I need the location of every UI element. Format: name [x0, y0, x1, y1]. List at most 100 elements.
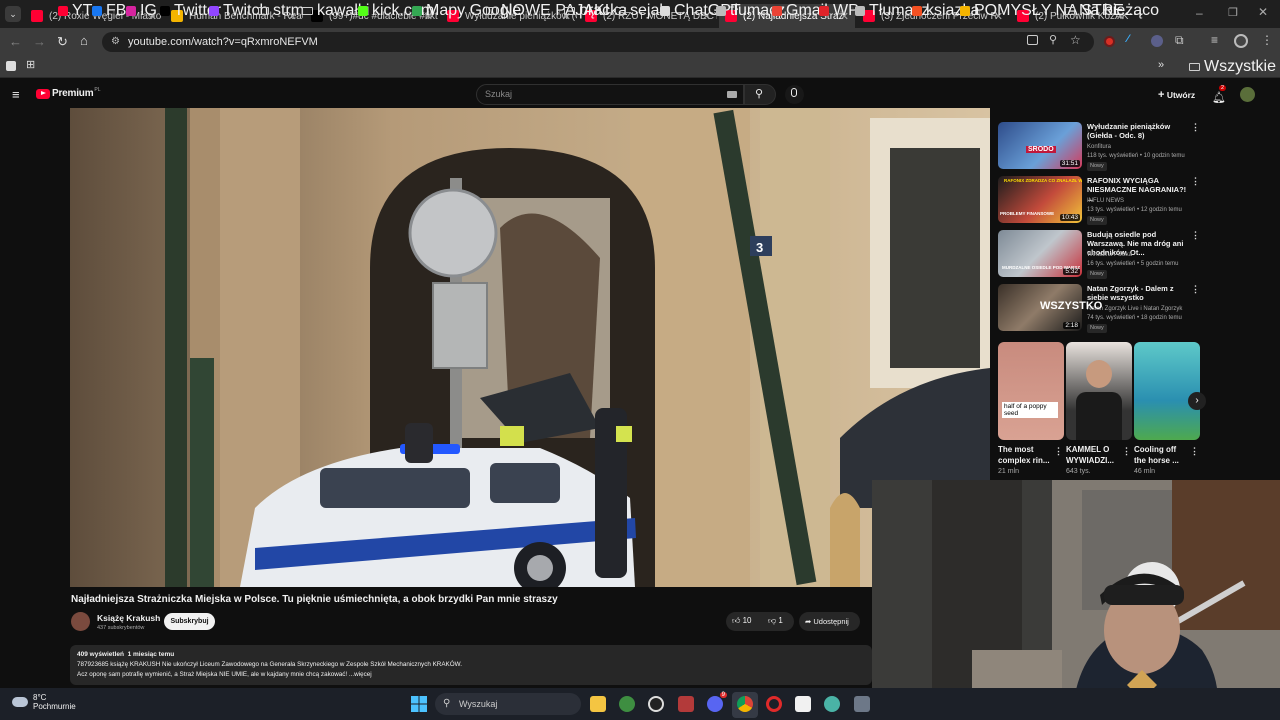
opera-icon[interactable] — [766, 696, 782, 712]
youtube-play-icon — [36, 88, 50, 99]
address-bar[interactable]: ⚙ youtube.com/watch?v=qRxmroNEFVM — [102, 32, 1094, 52]
home-icon[interactable]: ⌂ — [80, 33, 88, 48]
gmail-icon — [772, 6, 782, 16]
app-icon[interactable] — [795, 696, 811, 712]
subscriber-count: 437 subskrybentów — [97, 625, 145, 631]
recommendation-meta: 118 tys. wyświetleń • 10 godzin temu — [1087, 153, 1185, 159]
description-line-2: Acz oponę sam potrafię wymienić, a Straż… — [77, 671, 372, 678]
extension2-icon[interactable] — [1151, 35, 1163, 47]
bookmark-star-icon[interactable]: ☆ — [1070, 33, 1081, 47]
bookmark-icon — [960, 6, 970, 16]
video-duration: 31:51 — [1059, 160, 1080, 167]
shorts-next-button[interactable]: › — [1188, 392, 1206, 410]
bookmarks-overflow-icon[interactable]: » — [1158, 59, 1164, 71]
subscribe-button[interactable]: Subskrybuj — [164, 613, 215, 630]
window-minimize-button[interactable]: – — [1196, 6, 1203, 20]
short-title[interactable]: The most complex rin... — [998, 444, 1054, 466]
reading-list-icon[interactable]: ≡ — [1211, 33, 1218, 47]
folder-icon — [302, 7, 313, 15]
short-title[interactable]: KAMMEL O WYWIADZI... — [1066, 444, 1122, 466]
recommendation-channel[interactable]: Wirtualna Polska — [1087, 251, 1197, 260]
chrome-icon[interactable] — [737, 696, 753, 712]
calculator-icon[interactable] — [854, 696, 870, 712]
video-player[interactable]: 3 — [70, 108, 990, 587]
short-overlay-text: half of a poppy seed — [1002, 402, 1058, 418]
bookmark-item[interactable]: WP — [819, 2, 859, 19]
video-title: Najładniejsza Strażniczka Miejska w Pols… — [71, 594, 558, 605]
windows-icon — [912, 6, 922, 16]
channel-avatar[interactable] — [71, 612, 90, 631]
extensions-puzzle-icon[interactable]: ⧉ — [1175, 33, 1184, 48]
record-extension-icon[interactable] — [1104, 36, 1115, 47]
channel-name[interactable]: Książę Krakush — [97, 613, 160, 623]
apps-grid-icon[interactable]: ⊞ — [26, 58, 35, 71]
more-options-icon[interactable]: ⋮ — [1191, 176, 1200, 187]
like-button[interactable]: 👍︎ 10 — [732, 616, 752, 626]
short-thumbnail[interactable] — [1134, 342, 1200, 440]
create-button[interactable]: + Utwórz — [1158, 89, 1195, 101]
bookmark-item[interactable]: Na bieżąco — [1064, 2, 1159, 19]
reload-icon[interactable]: ↻ — [57, 34, 68, 50]
app-icon[interactable] — [678, 696, 694, 712]
dislike-count: 1 — [778, 616, 783, 625]
browser-menu-icon[interactable]: ⋮ — [1261, 33, 1273, 47]
keyboard-icon[interactable] — [727, 91, 737, 98]
app-icon[interactable] — [824, 696, 840, 712]
more-options-icon[interactable]: ⋮ — [1054, 446, 1063, 457]
short-title[interactable]: Cooling off the horse ... — [1134, 444, 1190, 466]
more-options-icon[interactable]: ⋮ — [1191, 284, 1200, 295]
forward-icon[interactable]: → — [33, 34, 46, 49]
window-maximize-button[interactable]: ❐ — [1228, 6, 1238, 19]
bookmark-item[interactable]: IG — [126, 2, 157, 19]
tab-search-button[interactable]: ⌄ — [5, 6, 21, 22]
back-icon[interactable]: ← — [9, 34, 22, 49]
file-explorer-icon[interactable] — [590, 696, 606, 712]
zoom-icon[interactable]: ⚲ — [1049, 33, 1057, 46]
voice-search-button[interactable] — [785, 85, 804, 104]
obs-icon[interactable] — [648, 696, 664, 712]
weather-widget[interactable]: 8°C Pochmurnie — [12, 693, 76, 711]
taskbar-search[interactable]: ⚲ Wyszukaj — [435, 693, 581, 715]
recommendation-channel[interactable]: INFLU NEWS — [1087, 197, 1197, 206]
more-options-icon[interactable]: ⋮ — [1122, 446, 1131, 457]
search-input[interactable]: Szukaj — [476, 84, 744, 105]
plus-icon: + — [1158, 89, 1165, 101]
twitch-icon — [209, 6, 219, 16]
recommendation-channel[interactable]: Natan Zgorzyk Live i Natan Zgorzyk — [1087, 305, 1197, 314]
extension-icon[interactable]: ⁄ — [1127, 33, 1129, 45]
bookmark-item[interactable]: strm — [258, 2, 305, 19]
more-options-icon[interactable]: ⋮ — [1191, 122, 1200, 133]
folder-icon — [1189, 63, 1200, 71]
search-placeholder: Szukaj — [485, 89, 513, 99]
youtube-logo[interactable]: Premium PL — [36, 87, 101, 99]
notifications-button[interactable]: 🔔︎ 2 — [1212, 85, 1227, 106]
recommendation-channel[interactable]: Konfitura — [1087, 143, 1197, 152]
bookmarks-bar — [0, 56, 1280, 78]
webcam-overlay — [872, 480, 1280, 716]
share-button[interactable]: ➦ Udostępnij — [799, 612, 860, 631]
recommendation-title[interactable]: Wyłudzanie pieniążków (Giełda - Odc. 8) — [1087, 122, 1187, 140]
app-icon[interactable] — [619, 696, 635, 712]
sidebar-toggle-icon[interactable] — [6, 61, 16, 71]
hamburger-menu-icon[interactable]: ≡ — [12, 87, 20, 102]
dislike-button[interactable]: 👎︎ 1 — [768, 616, 783, 626]
start-button[interactable] — [411, 696, 427, 712]
discord-badge: 9 — [719, 692, 727, 698]
site-info-icon[interactable]: ⚙ — [111, 32, 120, 52]
bookmark-label: strm — [273, 2, 305, 19]
short-thumbnail[interactable] — [1066, 342, 1132, 440]
discord-icon[interactable]: 9 — [707, 692, 727, 712]
window-close-button[interactable]: ✕ — [1258, 5, 1268, 19]
search-button[interactable]: ⚲ — [744, 84, 776, 105]
short-thumbnail[interactable]: half of a poppy seed — [998, 342, 1064, 440]
all-bookmarks[interactable]: Wszystkie zakładki — [1189, 58, 1280, 75]
account-avatar[interactable] — [1240, 87, 1255, 102]
bookmark-item[interactable]: FB — [92, 2, 127, 19]
more-options-icon[interactable]: ⋮ — [1190, 446, 1199, 457]
install-app-icon[interactable] — [1027, 35, 1038, 45]
bookmark-item[interactable]: YT — [58, 2, 92, 19]
profile-avatar[interactable] — [1234, 34, 1248, 48]
new-badge: Nowy — [1087, 162, 1107, 171]
bookmark-label: FB — [106, 2, 127, 19]
more-options-icon[interactable]: ⋮ — [1191, 230, 1200, 241]
